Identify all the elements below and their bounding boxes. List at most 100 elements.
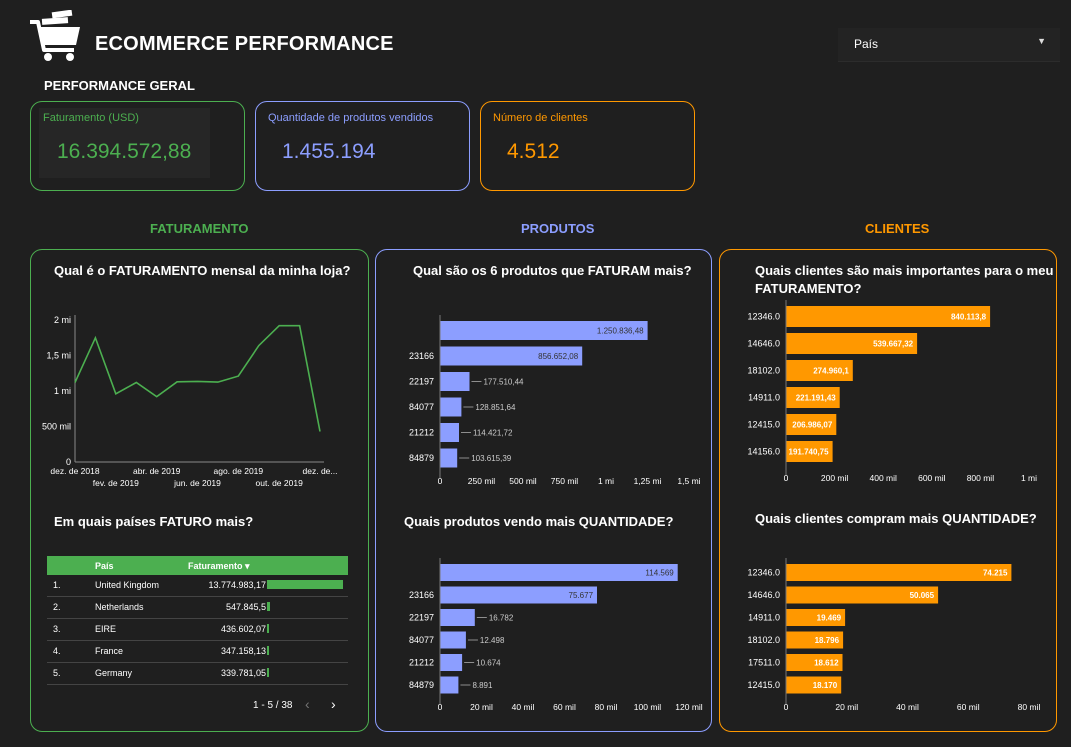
x-tick-label: 20 mil xyxy=(835,702,858,712)
bar[interactable] xyxy=(440,631,466,649)
category-label: 14911.0 xyxy=(748,613,780,623)
data-label: 114.569 xyxy=(645,569,674,578)
table-row[interactable]: 2. Netherlands 547.845,5 xyxy=(47,597,348,619)
data-label: 18.170 xyxy=(813,681,838,690)
revenue-series-line xyxy=(74,324,321,432)
bar[interactable] xyxy=(440,397,462,417)
category-label: 12415.0 xyxy=(747,680,780,690)
kpi-value: 16.394.572,88 xyxy=(57,140,192,163)
category-label: 23166 xyxy=(409,590,434,600)
x-tick-label: 0 xyxy=(784,702,789,712)
x-tick-label: fev. de 2019 xyxy=(93,478,139,488)
column-header-revenue[interactable]: Faturamento ▾ xyxy=(188,561,250,572)
data-label: 114.421,72 xyxy=(473,429,513,438)
bar[interactable] xyxy=(440,448,458,468)
category-label: 12346.0 xyxy=(747,312,780,322)
category-label: 14911.0 xyxy=(748,393,780,403)
chart-title: Quais produtos vendo mais QUANTIDADE? xyxy=(404,514,674,529)
x-tick-label: abr. de 2019 xyxy=(133,466,181,476)
y-tick-label: 1 mi xyxy=(54,386,71,396)
data-label: 539.667,32 xyxy=(873,340,914,349)
data-label: 18.796 xyxy=(815,636,840,645)
data-label: 274.960,1 xyxy=(813,367,849,376)
row-revenue: 436.602,07 xyxy=(220,624,266,634)
bar[interactable] xyxy=(440,609,475,626)
data-label: 856.652,08 xyxy=(538,352,579,361)
table-row[interactable]: 3. EIRE 436.602,07 xyxy=(47,619,348,641)
row-country: France xyxy=(95,646,124,656)
category-label: 12415.0 xyxy=(747,420,780,430)
chart-title: Quais clientes compram mais QUANTIDADE? xyxy=(755,511,1037,526)
x-tick-label: 120 mil xyxy=(675,702,703,712)
x-tick-label: 500 mil xyxy=(509,476,537,486)
data-label: 50.065 xyxy=(910,591,935,600)
data-label: 840.113,8 xyxy=(951,313,987,322)
row-rank: 1. xyxy=(53,580,61,590)
row-country: EIRE xyxy=(95,624,117,634)
x-tick-label: jun. de 2019 xyxy=(173,478,221,488)
x-tick-label: dez. de 2018 xyxy=(50,466,99,476)
x-tick-label: 80 mil xyxy=(1018,702,1041,712)
x-tick-label: 800 mil xyxy=(967,473,995,483)
shopping-cart-icon xyxy=(28,9,84,62)
pagination-label: 1 - 5 / 38 xyxy=(253,700,293,711)
category-label: 84879 xyxy=(409,680,434,690)
category-label: 21212 xyxy=(409,428,434,438)
bar[interactable] xyxy=(440,676,459,694)
x-tick-label: 80 mil xyxy=(595,702,618,712)
row-revenue: 13.774.983,17 xyxy=(208,580,266,590)
category-label: 14646.0 xyxy=(747,590,780,600)
caret-down-icon: ▼ xyxy=(1037,36,1046,46)
x-tick-label: 20 mil xyxy=(470,702,493,712)
revenue-line-chart: 0500 mil1 mi1,5 mi2 midez. de 2018 abr. d… xyxy=(42,315,337,488)
row-revenue: 547.845,5 xyxy=(225,602,266,612)
kpi-label: Faturamento (USD) xyxy=(43,112,139,124)
chart-title: Qual é o FATURAMENTO mensal da minha loj… xyxy=(54,263,351,278)
row-revenue: 339.781,05 xyxy=(220,668,266,678)
data-label: 177.510,44 xyxy=(483,378,524,387)
table-row[interactable]: 4. France 347.158,13 xyxy=(47,641,348,663)
table-row[interactable]: 5. Germany 339.781,05 xyxy=(47,663,348,685)
category-label: 84879 xyxy=(409,453,434,463)
kpi-value: 1.455.194 xyxy=(282,140,376,163)
bar[interactable] xyxy=(440,372,470,391)
row-rank: 5. xyxy=(53,668,61,678)
kpi-card-customers: Número de clientes 4.512 xyxy=(480,101,695,191)
chart-title: Qual são os 6 produtos que FATURAM mais? xyxy=(413,263,692,278)
table-header: País Faturamento ▾ xyxy=(47,556,348,575)
clients-revenue-bar-chart: 12346.0 840.113,8 14646.0 539.667,32 18102.0… xyxy=(747,300,1037,483)
kpi-label: Número de clientes xyxy=(493,112,588,124)
data-label: 75.677 xyxy=(569,591,594,600)
bar[interactable] xyxy=(786,564,1012,581)
data-label: 206.986,07 xyxy=(792,421,833,430)
data-label: 19.469 xyxy=(817,614,842,623)
x-tick-label: 1 mi xyxy=(598,476,614,486)
bar[interactable] xyxy=(440,423,459,442)
y-tick-label: 2 mi xyxy=(54,315,71,325)
next-page-button[interactable]: › xyxy=(331,696,336,712)
category-label: 22197 xyxy=(409,613,434,623)
bar[interactable] xyxy=(440,654,463,671)
column-header-country[interactable]: País xyxy=(95,561,114,571)
category-label: 18102.0 xyxy=(747,635,780,645)
products-revenue-bar-chart: 1.250.836,48 23166 856.652,08 22197 177.510,… xyxy=(409,315,701,486)
x-tick-label: 0 xyxy=(438,476,443,486)
y-tick-label: 500 mil xyxy=(42,422,71,432)
category-label: 84077 xyxy=(409,402,434,412)
products-quantity-bar-chart: 114.569 23166 75.677 22197 16.782 84077 12.498… xyxy=(409,558,703,712)
category-label: 12346.0 xyxy=(747,568,780,578)
category-label: 17511.0 xyxy=(748,658,780,668)
previous-page-button[interactable]: ‹ xyxy=(305,696,310,712)
revenue-bar xyxy=(267,602,271,611)
row-country: Netherlands xyxy=(95,602,144,612)
data-label: 1.250.836,48 xyxy=(597,327,644,336)
category-label: 14646.0 xyxy=(747,339,780,349)
country-filter-dropdown[interactable]: País ▼ xyxy=(838,28,1060,62)
row-country: Germany xyxy=(95,668,133,678)
bar[interactable] xyxy=(440,564,678,581)
data-label: 191.740,75 xyxy=(789,448,830,457)
country-filter-label: País xyxy=(854,37,879,51)
table-row[interactable]: 1. United Kingdom 13.774.983,17 xyxy=(47,575,348,597)
x-tick-label: 40 mil xyxy=(512,702,535,712)
kpi-card-revenue: Faturamento (USD) 16.394.572,88 xyxy=(30,101,245,191)
